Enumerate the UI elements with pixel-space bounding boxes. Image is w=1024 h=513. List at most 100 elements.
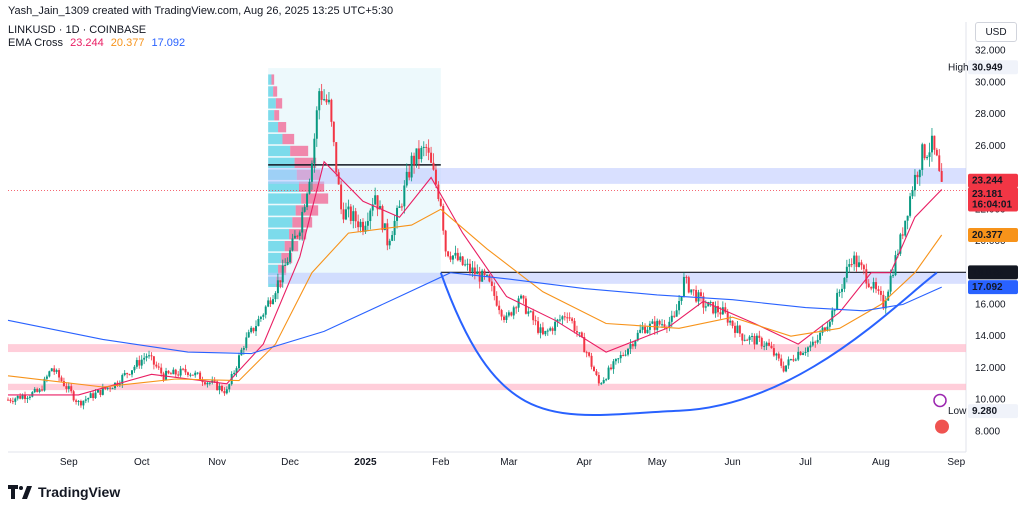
candle-body xyxy=(906,215,909,221)
candle-body xyxy=(785,365,788,372)
candle-body xyxy=(405,171,408,186)
candle-body xyxy=(933,135,936,150)
candle-body xyxy=(16,395,19,399)
candle-body xyxy=(456,252,459,261)
candle-body xyxy=(631,343,634,347)
candle-body xyxy=(699,292,702,297)
candle-body xyxy=(760,337,763,347)
candle-body xyxy=(561,316,564,320)
candle-body xyxy=(500,310,503,317)
candle-body xyxy=(870,287,873,289)
low-price-label: 9.280 xyxy=(972,406,997,417)
candle-body xyxy=(792,359,795,361)
candle-body xyxy=(386,223,389,246)
candle-body xyxy=(26,397,29,400)
candle-body xyxy=(320,91,323,100)
volume-profile-bar xyxy=(268,252,282,264)
candle-body xyxy=(276,280,279,294)
candle-body xyxy=(55,370,58,372)
candle-body xyxy=(413,155,416,165)
volume-profile-bar xyxy=(268,110,275,121)
candle-body xyxy=(930,135,933,153)
candle-body xyxy=(14,398,17,402)
candle-body xyxy=(872,282,875,289)
candle-body xyxy=(865,269,868,284)
candle-body xyxy=(203,382,206,385)
candle-body xyxy=(267,300,270,307)
price-chart[interactable]: Sep Oct Nov Dec 2025 Feb Mar Apr May Jun Jul Aug Sep… xyxy=(0,0,1024,513)
candle-body xyxy=(439,199,442,206)
candle-body xyxy=(172,369,175,375)
candle-body xyxy=(150,355,153,357)
candle-body xyxy=(471,267,474,272)
candle-body xyxy=(575,331,578,333)
candle-body xyxy=(544,330,547,335)
candle-body xyxy=(138,360,141,366)
candle-body xyxy=(690,289,693,293)
candle-body xyxy=(196,372,199,374)
candle-body xyxy=(284,264,287,266)
x-tick-label: Apr xyxy=(576,457,592,468)
x-tick-label: Sep xyxy=(947,457,965,468)
candle-body xyxy=(687,277,690,293)
candle-body xyxy=(233,372,236,374)
zone-pink xyxy=(8,383,966,391)
ema-fast-price-label: 23.244 xyxy=(972,176,1003,187)
candle-body xyxy=(558,319,561,321)
candle-body xyxy=(422,146,425,148)
candle-body xyxy=(845,266,848,278)
candle-body xyxy=(79,400,82,406)
candle-body xyxy=(738,325,741,334)
candle-body xyxy=(461,256,464,266)
candle-body xyxy=(33,388,36,393)
candle-body xyxy=(325,99,328,103)
candle-body xyxy=(347,206,350,210)
candle-body xyxy=(415,148,418,165)
candle-body xyxy=(289,250,292,262)
candle-body xyxy=(918,169,921,178)
candle-body xyxy=(359,221,362,228)
candle-body xyxy=(940,170,943,182)
candle-body xyxy=(427,147,430,153)
candle-body xyxy=(45,376,48,379)
x-tick-label: Aug xyxy=(872,457,890,468)
candle-body xyxy=(464,264,467,266)
candle-body xyxy=(99,389,102,395)
candle-body xyxy=(396,207,399,221)
candle-body xyxy=(505,315,508,320)
candle-body xyxy=(58,370,61,378)
candle-body xyxy=(272,299,275,305)
candle-body xyxy=(361,221,364,232)
candle-body xyxy=(342,209,345,220)
candle-body xyxy=(225,389,228,394)
x-tick-label: Feb xyxy=(432,457,450,468)
candle-body xyxy=(838,291,841,293)
x-tick-label: Mar xyxy=(500,457,518,468)
event-bolt-icon xyxy=(933,393,947,408)
event-flag-icon xyxy=(935,419,949,434)
candle-body xyxy=(490,281,493,286)
candle-body xyxy=(503,316,506,320)
candle-body xyxy=(566,317,569,319)
candle-body xyxy=(695,289,698,302)
candle-body xyxy=(709,301,712,303)
candle-body xyxy=(935,149,938,156)
candle-body xyxy=(36,388,39,392)
candle-body xyxy=(938,155,941,171)
candle-body xyxy=(585,352,588,354)
countdown-label: 16:04:01 xyxy=(972,200,1012,211)
zone-pink xyxy=(8,344,966,353)
candle-body xyxy=(858,262,861,267)
x-tick-label: 2025 xyxy=(354,457,377,468)
candle-body xyxy=(510,312,513,316)
x-tick-label: Jul xyxy=(799,457,812,468)
candle-body xyxy=(48,371,51,377)
candle-body xyxy=(279,280,282,283)
candle-body xyxy=(403,185,406,207)
candle-body xyxy=(573,320,576,332)
candle-body xyxy=(374,195,377,205)
candle-body xyxy=(763,345,766,347)
high-price-label-caption: High xyxy=(948,62,969,73)
candle-body xyxy=(327,99,330,103)
candle-body xyxy=(782,365,785,372)
